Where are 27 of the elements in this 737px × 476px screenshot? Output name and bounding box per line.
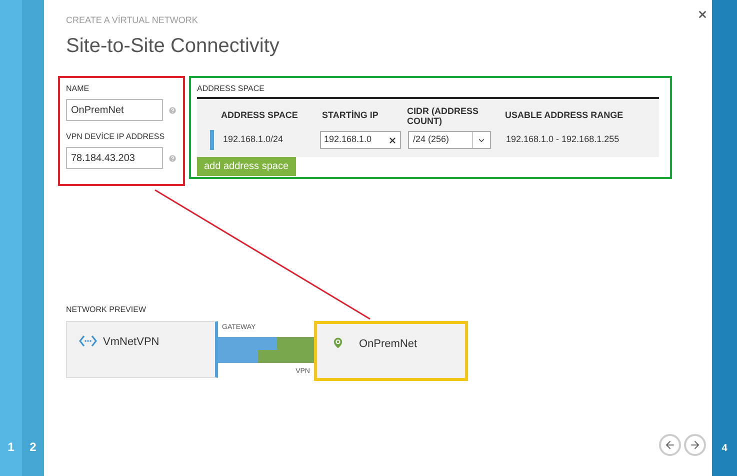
- close-icon[interactable]: [697, 9, 708, 20]
- table-cell-text: 192.168.1.0/24: [223, 133, 284, 146]
- column-header: ADDRESS SPACE: [221, 109, 299, 122]
- code-brackets-icon: [79, 335, 97, 347]
- field-label: NAME: [66, 83, 90, 95]
- next-button[interactable]: [684, 434, 706, 456]
- arrow-left-icon: [664, 439, 676, 451]
- section-heading: NETWORK PREVIEW: [66, 304, 148, 316]
- back-button[interactable]: [659, 434, 681, 456]
- column-header: STARTİNG IP: [322, 109, 380, 122]
- network-name: VmNetVPN: [103, 335, 160, 350]
- network-name: OnPremNet: [359, 337, 418, 352]
- arrow-right-icon: [689, 439, 701, 451]
- ip-field[interactable]: 192.168.1.0: [320, 131, 401, 149]
- table-cell-text: 192.168.1.0 - 192.168.1.255: [506, 133, 620, 146]
- column-header: USABLE ADDRESS RANGE: [505, 109, 624, 122]
- text-field[interactable]: OnPremNet: [66, 99, 163, 121]
- field-label: VPN DEVİCE IP ADDRESS: [66, 131, 166, 143]
- cidr-dropdown[interactable]: /24 (256): [408, 131, 491, 149]
- wizard-eyebrow: CREATE A VİRTUAL NETWORK: [66, 16, 199, 25]
- step-tab[interactable]: 4: [712, 0, 737, 476]
- text-field[interactable]: 78.184.43.203: [66, 147, 163, 169]
- column-header: CIDR (ADDRESS COUNT): [407, 106, 480, 126]
- page-title: Site-to-Site Connectivity: [66, 36, 280, 56]
- row-marker: [210, 130, 214, 150]
- clear-icon[interactable]: [388, 136, 397, 144]
- map-pin-icon: [331, 336, 345, 350]
